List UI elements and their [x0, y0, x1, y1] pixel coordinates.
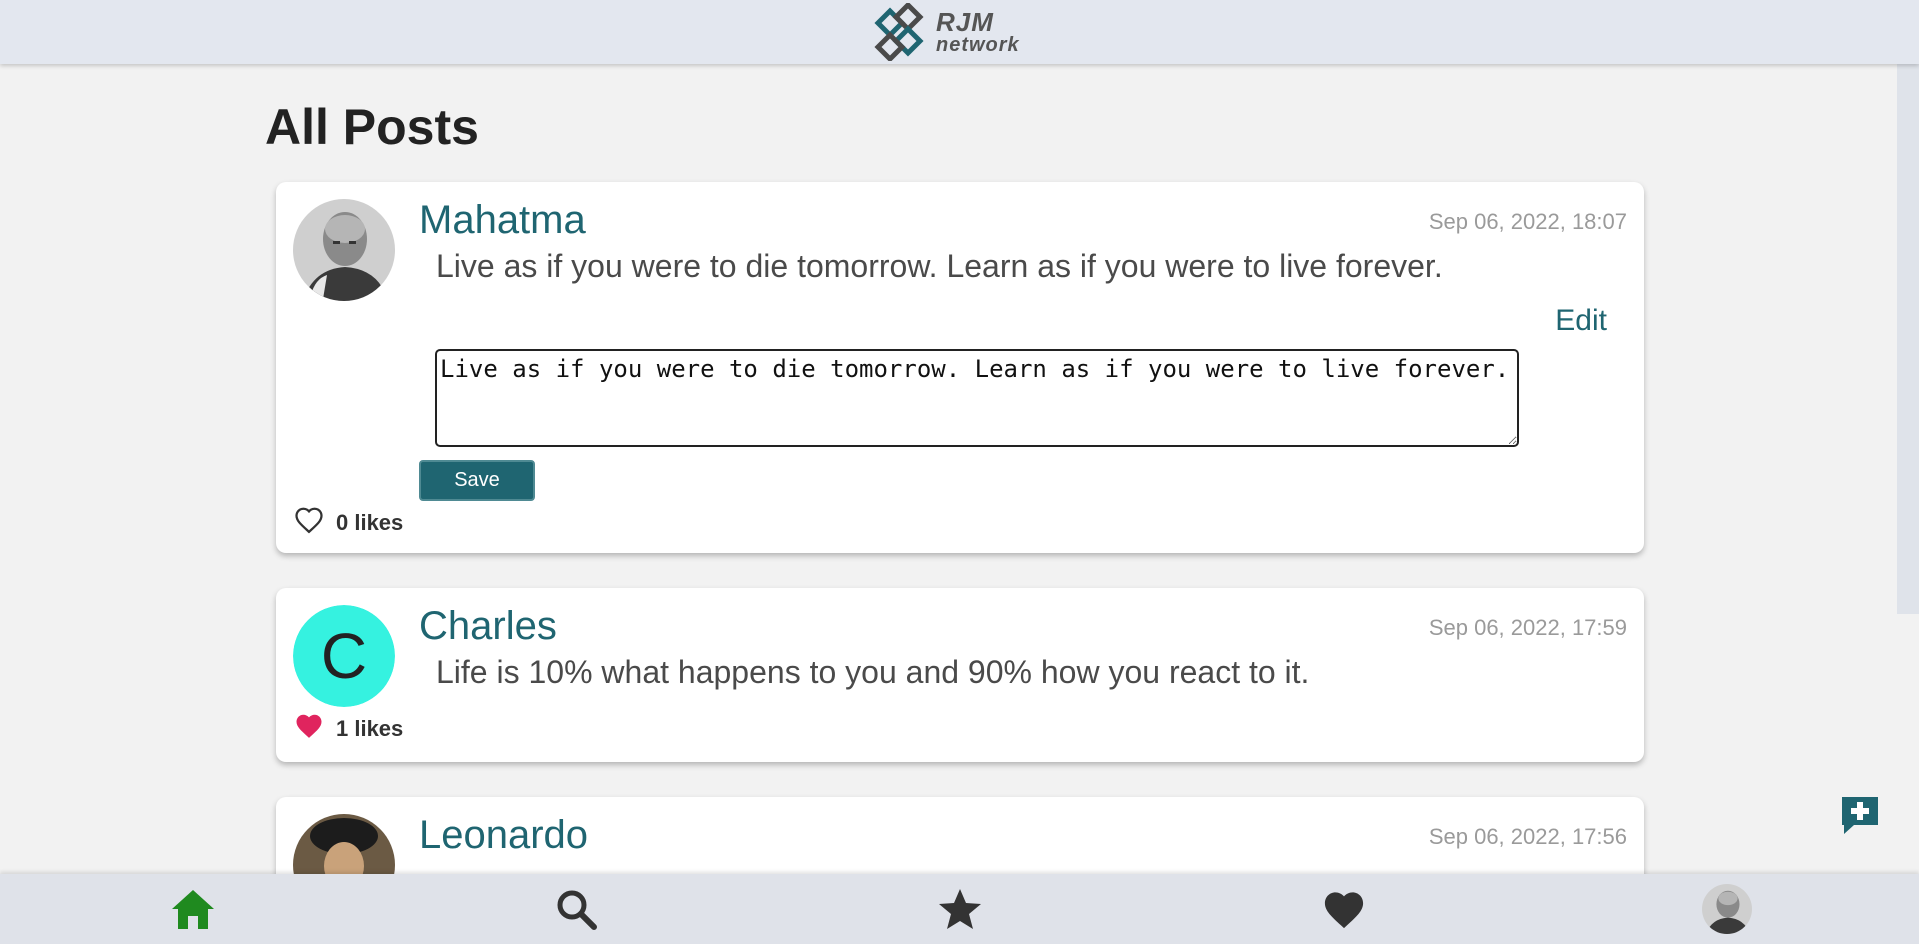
- heart-icon: [1324, 892, 1364, 929]
- post-card: C Charles Sep 06, 2022, 17:59 Life is 10…: [276, 588, 1644, 762]
- new-post-button[interactable]: [1838, 793, 1882, 837]
- star-icon: [939, 889, 981, 929]
- likes-count: 1 likes: [336, 715, 404, 741]
- author-name[interactable]: Leonardo: [419, 813, 588, 858]
- heart-filled-icon[interactable]: [294, 712, 324, 745]
- likes-count: 0 likes: [336, 509, 404, 535]
- post-timestamp: Sep 06, 2022, 17:59: [1428, 615, 1627, 640]
- post-timestamp: Sep 06, 2022, 18:07: [1428, 209, 1627, 234]
- home-icon: [172, 890, 214, 929]
- post-content: Live as if you were to die tomorrow. Lea…: [436, 248, 1443, 284]
- post-timestamp: Sep 06, 2022, 17:56: [1428, 824, 1627, 849]
- logo-title: RJM: [936, 7, 994, 37]
- logo-mark-icon: [874, 3, 924, 61]
- nav-search[interactable]: [551, 884, 601, 934]
- heart-outline-icon[interactable]: [294, 506, 324, 539]
- add-comment-icon: [1842, 797, 1878, 834]
- scrollbar-thumb[interactable]: [1897, 64, 1919, 614]
- bottom-navigation: [0, 874, 1919, 944]
- author-avatar[interactable]: [293, 199, 395, 301]
- author-name[interactable]: Mahatma: [419, 198, 586, 243]
- like-control: 0 likes: [294, 506, 403, 539]
- nav-home[interactable]: [168, 884, 218, 934]
- nav-profile[interactable]: [1702, 884, 1752, 934]
- like-control: 1 likes: [294, 712, 403, 745]
- post-content: Life is 10% what happens to you and 90% …: [436, 654, 1310, 690]
- author-name[interactable]: Charles: [419, 604, 557, 649]
- top-header: RJM network: [0, 0, 1919, 64]
- logo-subtitle: network: [936, 34, 1020, 56]
- nav-liked[interactable]: [1319, 884, 1369, 934]
- author-avatar[interactable]: C: [293, 605, 395, 707]
- avatar-letter: C: [293, 605, 395, 707]
- post-card: Mahatma Sep 06, 2022, 18:07 Live as if y…: [276, 182, 1644, 553]
- nav-favorites[interactable]: [935, 884, 985, 934]
- search-icon: [557, 890, 597, 930]
- save-button[interactable]: Save: [419, 460, 535, 501]
- edit-button[interactable]: Edit: [1555, 304, 1607, 338]
- app-logo[interactable]: RJM network: [870, 0, 1020, 64]
- edit-post-textarea[interactable]: [435, 349, 1519, 447]
- profile-avatar: [1702, 884, 1752, 934]
- page-title: All Posts: [265, 99, 479, 155]
